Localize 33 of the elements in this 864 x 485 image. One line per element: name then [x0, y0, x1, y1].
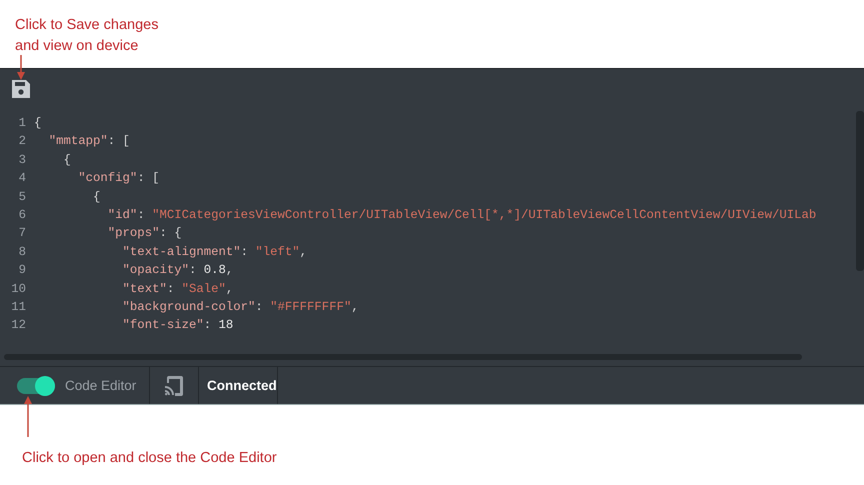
- line-number: 11: [10, 298, 27, 316]
- code-line: "text": "Sale",: [122, 280, 234, 298]
- cast-icon[interactable]: [164, 374, 184, 396]
- line-number: 10: [10, 280, 27, 298]
- connection-status: Connected: [207, 378, 277, 393]
- line-number: 5: [18, 188, 27, 206]
- code-line: "config": [: [77, 170, 160, 188]
- arrow: [16, 55, 26, 81]
- line-number: 7: [18, 225, 27, 242]
- line-number: 4: [18, 170, 27, 188]
- line-number: 1: [18, 115, 27, 132]
- code-line: "id": "MCICategoriesViewController/UITableView/Cell[*,*]/UITableViewCellContentView/UIView/UILab: [106, 206, 816, 224]
- code-line: {: [62, 152, 71, 169]
- arrow: [23, 395, 33, 437]
- code-line: "mmtapp": [: [48, 133, 130, 150]
- code-line: "props": {: [106, 225, 182, 242]
- line-number: 3: [18, 152, 27, 169]
- code-line: "background-color": "#FFFFFFFF",: [122, 298, 359, 316]
- save-icon[interactable]: [11, 79, 31, 99]
- code-line: {: [34, 115, 42, 132]
- code-line: "font-size": 18: [122, 317, 234, 334]
- line-number: 12: [10, 317, 27, 334]
- callout-text: Click to open and close the Code Editor: [22, 449, 278, 468]
- code-line: "opacity": 0.8,: [122, 262, 234, 280]
- line-number: 2: [18, 133, 27, 150]
- code-line: "text-alignment": "left",: [122, 244, 308, 261]
- callout-text: Click to Save changes and view on device: [15, 16, 160, 56]
- line-number: 9: [18, 262, 27, 280]
- line-number: 6: [18, 206, 27, 224]
- line-number: 8: [18, 244, 27, 261]
- toggle-switch[interactable]: [17, 378, 55, 394]
- code-line: {: [92, 188, 100, 206]
- toggle-label: Code Editor: [65, 378, 136, 393]
